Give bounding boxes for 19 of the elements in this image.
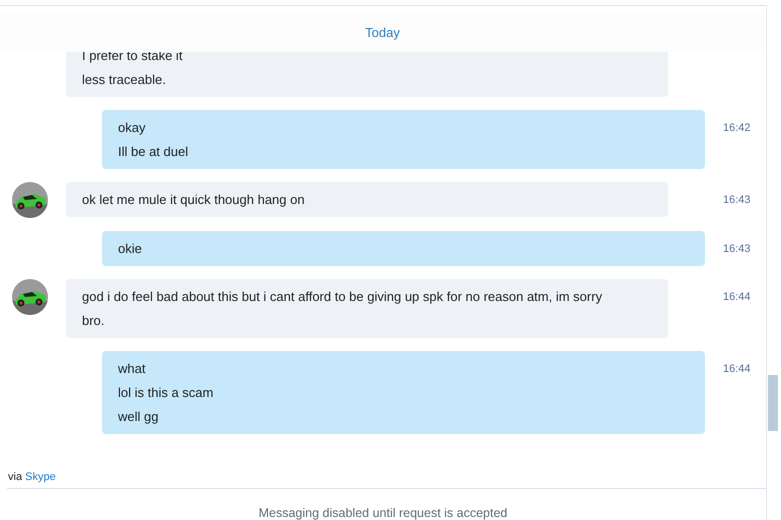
via-label: via (8, 471, 22, 483)
message-text: god i do feel bad about this but i cant afford to be giving up spk for no reason atm, im sorry bro. (82, 288, 604, 330)
status-message: Messaging disabled until request is accepted (258, 505, 508, 520)
message-text: less traceable. (82, 71, 167, 89)
scrollbar-thumb[interactable] (768, 375, 778, 431)
message-time: 16:43 (722, 193, 752, 208)
message-text: okay (118, 119, 146, 137)
message-text: what (118, 360, 146, 378)
message-text: okie (118, 240, 143, 258)
message-time: 16:44 (722, 362, 752, 377)
message-time: 16:42 (722, 121, 752, 136)
message-text: Ill be at duel (118, 143, 190, 161)
message-text: lol is this a scam (118, 384, 214, 402)
message-text: ok let me mule it quick though hang on (82, 191, 306, 209)
message-time: 16:43 (722, 242, 752, 257)
skype-link[interactable]: Skype (25, 471, 56, 483)
message-time: 16:44 (722, 290, 752, 305)
message-text: well gg (118, 408, 160, 426)
date-label: Today (365, 24, 400, 40)
